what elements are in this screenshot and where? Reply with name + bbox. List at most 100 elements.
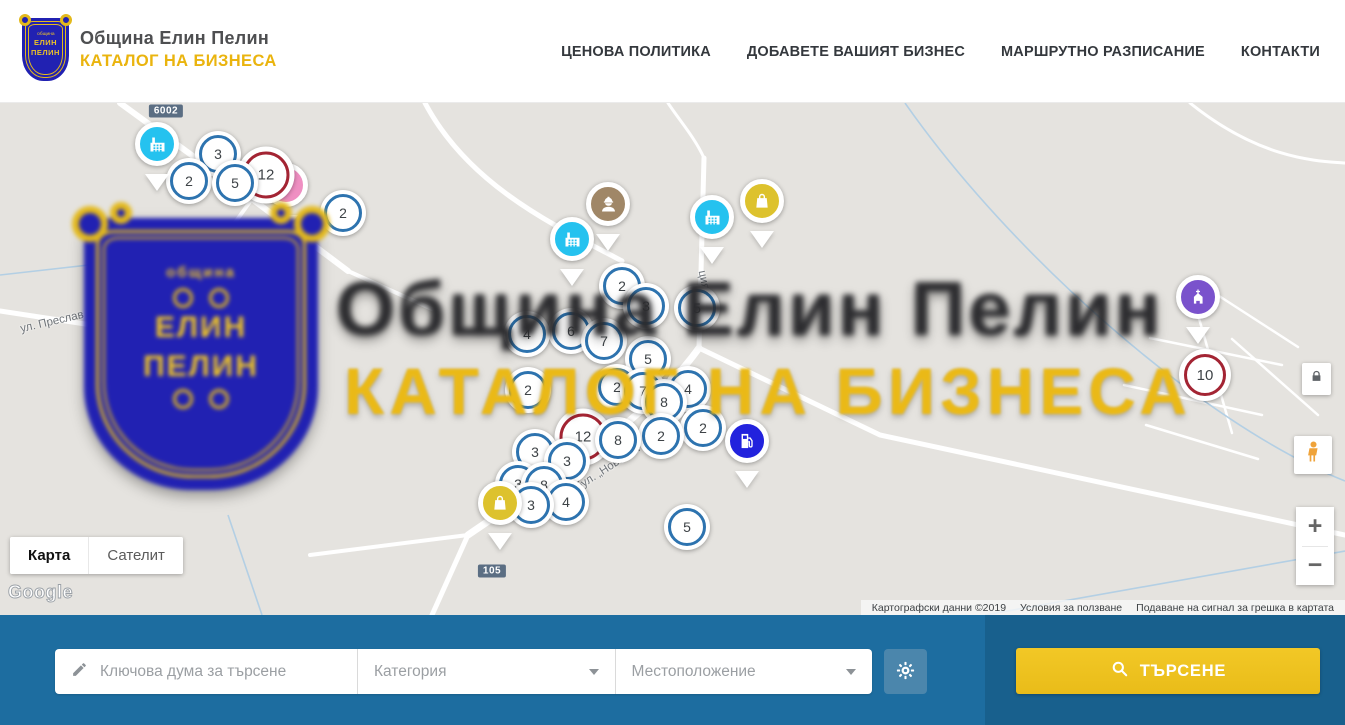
nav-route-schedule[interactable]: МАРШРУТНО РАЗПИСАНИЕ xyxy=(1001,44,1205,60)
chevron-down-icon xyxy=(846,669,856,680)
pin-tail xyxy=(1186,327,1210,356)
terms-of-use-link[interactable]: Условия за ползване xyxy=(1013,602,1129,614)
category-pin-factory[interactable] xyxy=(146,144,168,166)
map-canvas[interactable]: ул. Преславбул. „Новоселция"6002105 3122… xyxy=(0,103,1345,615)
cluster-count: 5 xyxy=(683,519,691,535)
category-pin-church[interactable] xyxy=(1187,297,1209,319)
cluster-count: 2 xyxy=(618,278,626,294)
report-map-error-link[interactable]: Подаване на сигнал за грешка в картата xyxy=(1129,602,1341,614)
bag-icon xyxy=(740,179,784,223)
nav-add-your-business[interactable]: ДОБАВЕТЕ ВАШИЯТ БИЗНЕС xyxy=(747,44,965,60)
site-subtitle: КАТАЛОГ НА БИЗНЕСА xyxy=(80,52,277,71)
header: община ЕЛИН ПЕЛИН Община Елин Пелин КАТА… xyxy=(0,0,1345,103)
church-icon xyxy=(1176,275,1220,319)
nav-pricing-policy[interactable]: ЦЕНОВА ПОЛИТИКА xyxy=(561,44,711,60)
cluster-marker[interactable]: 7 xyxy=(581,318,627,364)
pin-tail xyxy=(596,234,620,263)
search-bar: Категория Местоположение xyxy=(0,615,1345,725)
cluster-marker[interactable]: 2 xyxy=(320,190,366,236)
cluster-marker[interactable]: 5 xyxy=(212,160,258,206)
category-pin-fuel[interactable] xyxy=(736,441,758,463)
category-pin-factory[interactable] xyxy=(561,239,583,261)
satellite-view-button[interactable]: Сателит xyxy=(89,537,183,574)
cluster-count: 3 xyxy=(531,444,539,460)
cluster-count: 4 xyxy=(523,326,531,342)
site-logo[interactable]: община ЕЛИН ПЕЛИН Община Елин Пелин КАТА… xyxy=(22,18,277,81)
category-pin-bag[interactable] xyxy=(751,201,773,223)
cluster-count: 2 xyxy=(185,173,193,189)
category-pin-factory[interactable] xyxy=(701,217,723,239)
search-icon xyxy=(1110,659,1129,683)
pin-tail xyxy=(700,247,724,276)
municipality-crest-logo: община ЕЛИН ПЕЛИН xyxy=(22,18,69,81)
category-pin-worker[interactable] xyxy=(597,204,619,226)
cluster-count: 7 xyxy=(600,333,608,349)
zoom-in-button[interactable]: + xyxy=(1296,507,1334,546)
cluster-count: 2 xyxy=(699,420,707,436)
cluster-count: 3 xyxy=(214,146,222,162)
cluster-count: 8 xyxy=(614,432,622,448)
page: община ЕЛИН ПЕЛИН Община Елин Пелин КАТА… xyxy=(0,0,1345,725)
pencil-icon xyxy=(71,661,88,683)
category-select[interactable]: Категория xyxy=(358,649,615,694)
attribution-copyright: Картографски данни ©2019 xyxy=(865,602,1013,614)
cluster-count: 5 xyxy=(644,351,652,367)
map-view-button[interactable]: Карта xyxy=(10,537,88,574)
cluster-count: 8 xyxy=(660,394,668,410)
map-attribution: Картографски данни ©2019 Условия за полз… xyxy=(861,600,1345,615)
cluster-marker[interactable]: 2 xyxy=(505,367,551,413)
cluster-count: 2 xyxy=(339,205,347,221)
search-panel: Категория Местоположение xyxy=(55,649,872,694)
search-button[interactable]: ТЪРСЕНЕ xyxy=(1016,648,1320,694)
factory-icon xyxy=(550,217,594,261)
category-value: Категория xyxy=(374,663,446,681)
pin-tail xyxy=(750,231,774,260)
site-title: Община Елин Пелин xyxy=(80,28,277,49)
cluster-count: 5 xyxy=(693,300,701,316)
cluster-marker[interactable]: 2 xyxy=(680,405,726,451)
advanced-settings-button[interactable] xyxy=(884,649,927,694)
cluster-count: 12 xyxy=(258,167,275,184)
cluster-count: 2 xyxy=(657,428,665,444)
cluster-marker[interactable]: 3 xyxy=(623,283,669,329)
cluster-marker[interactable]: 4 xyxy=(504,311,550,357)
cluster-marker[interactable]: 2 xyxy=(638,413,684,459)
lock-button[interactable] xyxy=(1302,363,1331,395)
chevron-down-icon xyxy=(589,669,599,680)
pin-tail xyxy=(560,269,584,298)
cluster-marker[interactable]: 10 xyxy=(1179,349,1231,401)
map-markers-layer: 31225223564751024278221283338435 xyxy=(0,103,1345,615)
search-button-label: ТЪРСЕНЕ xyxy=(1140,662,1226,681)
cluster-count: 3 xyxy=(527,497,535,513)
zoom-out-button[interactable]: − xyxy=(1296,547,1334,586)
factory-icon xyxy=(690,195,734,239)
bag-icon xyxy=(478,481,522,525)
location-value: Местоположение xyxy=(632,663,756,681)
google-logo[interactable]: Google xyxy=(8,582,73,603)
keyword-input[interactable] xyxy=(100,663,357,681)
cluster-count: 3 xyxy=(563,453,571,469)
cluster-marker[interactable]: 2 xyxy=(166,158,212,204)
cluster-count: 10 xyxy=(1197,367,1214,384)
main-nav: ЦЕНОВА ПОЛИТИКА ДОБАВЕТЕ ВАШИЯТ БИЗНЕС М… xyxy=(561,0,1320,103)
cluster-marker[interactable]: 5 xyxy=(664,504,710,550)
pin-tail xyxy=(274,215,298,244)
pin-tail xyxy=(735,471,759,500)
lock-icon xyxy=(1310,369,1323,389)
fuel-icon xyxy=(725,419,769,463)
cluster-marker[interactable]: 8 xyxy=(595,417,641,463)
street-view-pegman[interactable] xyxy=(1294,436,1332,474)
nav-contacts[interactable]: КОНТАКТИ xyxy=(1241,44,1320,60)
location-select[interactable]: Местоположение xyxy=(616,649,873,694)
gear-icon xyxy=(895,660,916,684)
crest-name-line1: ЕЛИН xyxy=(34,38,57,47)
cluster-count: 6 xyxy=(567,323,575,339)
cluster-count: 2 xyxy=(524,382,532,398)
cluster-count: 3 xyxy=(642,298,650,314)
cluster-marker[interactable]: 5 xyxy=(674,285,720,331)
pin-tail xyxy=(488,533,512,562)
pin-tail xyxy=(145,174,169,203)
worker-icon xyxy=(586,182,630,226)
crest-org-text: община xyxy=(37,32,54,37)
category-pin-bag[interactable] xyxy=(489,503,511,525)
